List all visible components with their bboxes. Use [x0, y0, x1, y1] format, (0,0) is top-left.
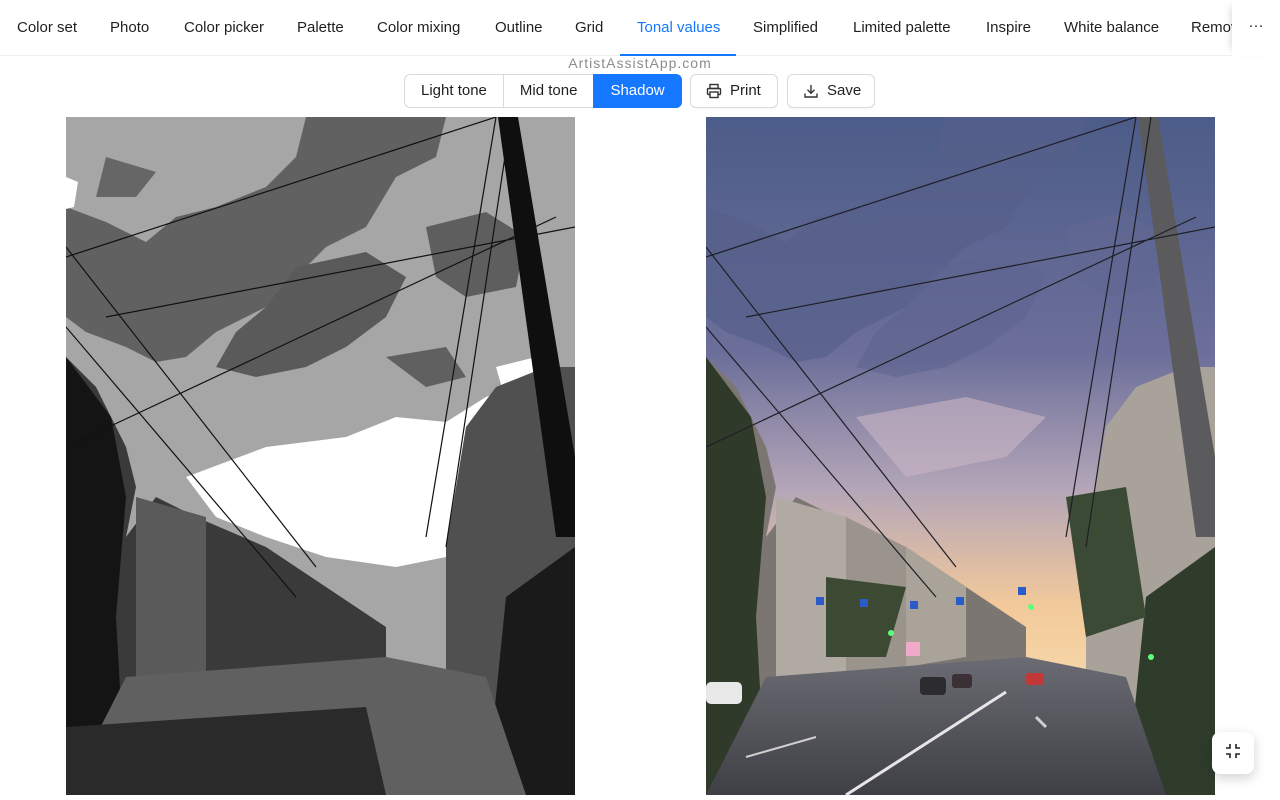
tab-color-mixing[interactable]: Color mixing	[377, 0, 460, 56]
print-button[interactable]: Print	[690, 74, 778, 108]
watermark: ArtistAssistApp.com	[568, 55, 712, 71]
shadow-button[interactable]: Shadow	[593, 74, 682, 108]
tab-list: Color set Photo Color picker Palette Col…	[0, 0, 1232, 56]
download-icon	[803, 83, 819, 99]
fullscreen-exit-button[interactable]	[1212, 732, 1254, 774]
ellipsis-icon: ···	[1248, 17, 1264, 34]
tab-simplified[interactable]: Simplified	[753, 0, 818, 56]
printer-icon	[706, 83, 722, 99]
tab-limited-palette[interactable]: Limited palette	[853, 0, 951, 56]
tab-photo[interactable]: Photo	[110, 0, 149, 56]
tab-color-picker[interactable]: Color picker	[184, 0, 264, 56]
light-tone-button[interactable]: Light tone	[404, 74, 504, 108]
fullscreen-exit-icon	[1224, 742, 1242, 765]
print-label: Print	[730, 82, 761, 99]
tabs-more-button[interactable]: ···	[1232, 0, 1280, 56]
tab-tonal-values[interactable]: Tonal values	[637, 0, 720, 56]
save-button[interactable]: Save	[787, 74, 875, 108]
tab-grid[interactable]: Grid	[575, 0, 603, 56]
tone-selector: Light tone Mid tone Shadow	[404, 74, 682, 108]
original-photo	[706, 117, 1215, 795]
save-label: Save	[827, 82, 862, 99]
tab-bar: Color set Photo Color picker Palette Col…	[0, 0, 1280, 56]
tab-remove[interactable]: Remov	[1191, 0, 1232, 56]
tab-white-balance[interactable]: White balance	[1064, 0, 1159, 56]
tab-color-set[interactable]: Color set	[17, 0, 77, 56]
tonal-values-image	[66, 117, 575, 795]
tab-palette[interactable]: Palette	[297, 0, 344, 56]
mid-tone-button[interactable]: Mid tone	[502, 74, 595, 108]
tab-inspire[interactable]: Inspire	[986, 0, 1031, 56]
tab-outline[interactable]: Outline	[495, 0, 543, 56]
